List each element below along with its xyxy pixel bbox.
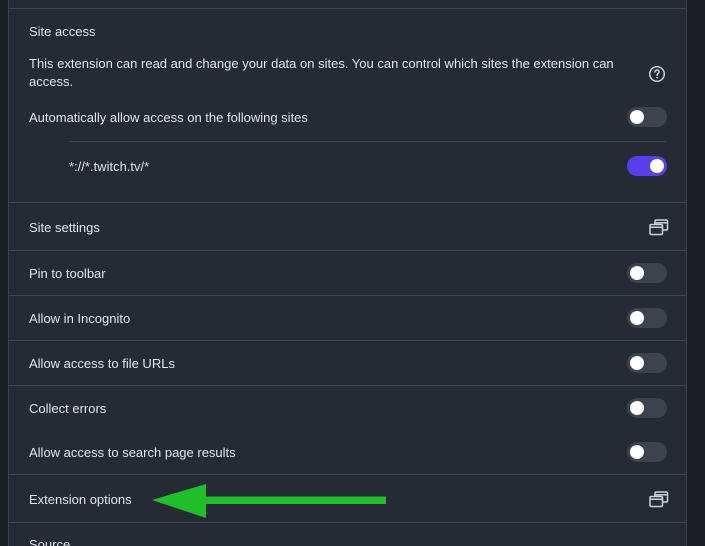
open-external-icon[interactable] bbox=[649, 219, 669, 236]
toggle-knob bbox=[630, 311, 644, 325]
auto-allow-toggle[interactable] bbox=[627, 107, 667, 127]
allow-incognito-toggle[interactable] bbox=[627, 308, 667, 328]
divider bbox=[9, 340, 686, 341]
divider bbox=[9, 295, 686, 296]
divider bbox=[9, 250, 686, 251]
pin-to-toolbar-toggle[interactable] bbox=[627, 263, 667, 283]
open-external-icon[interactable] bbox=[649, 491, 669, 508]
help-icon[interactable] bbox=[648, 65, 666, 83]
site-pattern-label: *://*.twitch.tv/* bbox=[69, 159, 150, 174]
toggle-knob bbox=[630, 356, 644, 370]
site-list-divider bbox=[69, 141, 666, 142]
pin-to-toolbar-label: Pin to toolbar bbox=[29, 266, 106, 281]
allow-file-urls-label: Allow access to file URLs bbox=[29, 356, 175, 371]
toggle-knob bbox=[630, 266, 644, 280]
allow-search-results-label: Allow access to search page results bbox=[29, 445, 236, 460]
site-access-description: This extension can read and change your … bbox=[29, 56, 614, 89]
allow-incognito-label: Allow in Incognito bbox=[29, 311, 131, 326]
toggle-knob bbox=[630, 445, 644, 459]
divider bbox=[9, 202, 686, 203]
top-divider bbox=[9, 8, 686, 9]
green-arrow-annotation bbox=[152, 484, 386, 518]
extension-options-label[interactable]: Extension options bbox=[29, 492, 132, 507]
toggle-knob bbox=[650, 159, 664, 173]
auto-allow-label: Automatically allow access on the follow… bbox=[29, 110, 308, 125]
toggle-knob bbox=[630, 401, 644, 415]
divider bbox=[9, 474, 686, 475]
site-settings-label[interactable]: Site settings bbox=[29, 220, 100, 235]
extension-details-panel: Site access This extension can read and … bbox=[8, 0, 687, 546]
site-access-heading: Site access bbox=[29, 24, 96, 39]
toggle-knob bbox=[630, 110, 644, 124]
collect-errors-label: Collect errors bbox=[29, 401, 107, 416]
allow-search-results-toggle[interactable] bbox=[627, 442, 667, 462]
allow-file-urls-toggle[interactable] bbox=[627, 353, 667, 373]
collect-errors-toggle[interactable] bbox=[627, 398, 667, 418]
site-pattern-toggle[interactable] bbox=[627, 156, 667, 176]
divider bbox=[9, 522, 686, 523]
source-label: Source bbox=[29, 537, 71, 546]
divider bbox=[9, 385, 686, 386]
